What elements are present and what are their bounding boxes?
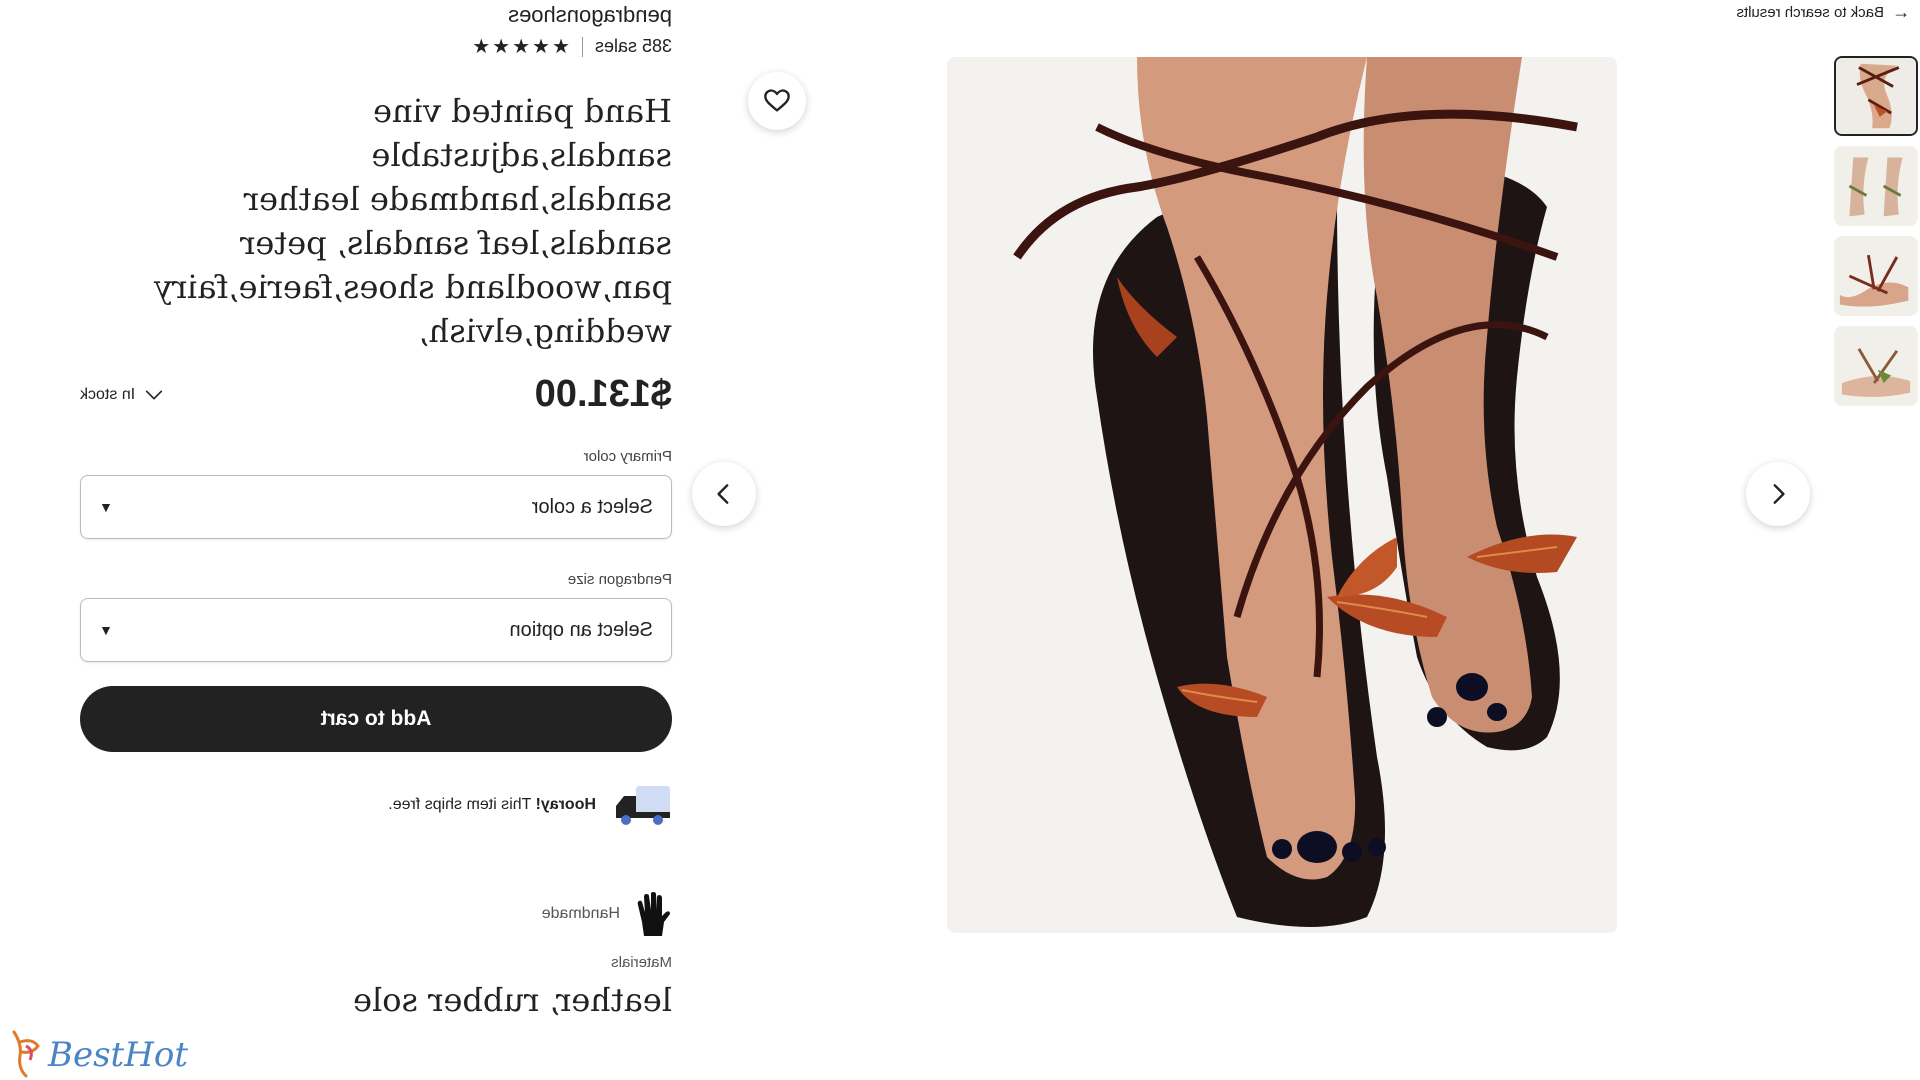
product-panel: pendragonshoes 385 sales ★★★★★ Hand pain… [80, 0, 672, 1019]
primary-color-value: Select a color [531, 495, 653, 518]
caret-down-icon: ▼ [99, 622, 113, 638]
shipping-bold: Hooray! [535, 796, 596, 813]
heart-icon [764, 89, 790, 112]
handmade-row: Handmade [80, 892, 672, 936]
chevron-right-icon [717, 484, 729, 504]
shop-rating-row: 385 sales ★★★★★ [80, 34, 672, 59]
shipping-text: This item ships free. [388, 796, 536, 813]
thumbnail-2-image [1836, 148, 1916, 224]
sandal-photo [947, 57, 1617, 933]
materials-value: leather, rubber sole [353, 981, 672, 1019]
thumbnail-4-image [1836, 328, 1916, 404]
price-row: $131.00 In stock [80, 373, 672, 416]
primary-color-label: Primary color [583, 448, 672, 465]
primary-color-select[interactable]: Select a color ▼ [80, 475, 672, 539]
chevron-down-icon [145, 390, 163, 399]
free-shipping-row: Hooray! This item ships free. [80, 780, 672, 830]
product-title: Hand painted vine sandals,adjustable san… [153, 92, 672, 350]
hand-icon [637, 892, 670, 936]
thumbnail-1[interactable] [1834, 56, 1918, 136]
chevron-left-icon [1773, 484, 1785, 504]
divider [581, 36, 583, 57]
size-label: Pendragon size [567, 571, 672, 588]
carousel-prev-button[interactable] [1746, 462, 1810, 526]
thumbnail-3-image [1836, 238, 1916, 314]
arrow-left-icon: ← [1892, 2, 1910, 22]
thumbnail-rail [1834, 56, 1918, 406]
shop-name-link[interactable]: pendragonshoes [80, 2, 672, 28]
back-link-label: Back to search results [1736, 4, 1884, 21]
back-to-search-link[interactable]: ← Back to search results [1736, 2, 1910, 23]
favorite-button[interactable] [748, 72, 806, 130]
product-price: $131.00 [534, 373, 672, 415]
thumbnail-4[interactable] [1834, 326, 1918, 406]
caret-down-icon: ▼ [99, 499, 113, 515]
stock-label: In stock [80, 385, 136, 403]
watermark: BestHot [4, 1024, 204, 1080]
star-rating[interactable]: ★★★★★ [470, 34, 570, 59]
thumbnail-3[interactable] [1834, 236, 1918, 316]
materials-label: Materials [611, 954, 672, 971]
size-select[interactable]: Select an option ▼ [80, 598, 672, 662]
add-to-cart-button[interactable]: Add to cart [80, 686, 672, 752]
size-value: Select an option [509, 618, 653, 641]
truck-icon [616, 786, 670, 825]
carousel-next-button[interactable] [692, 462, 756, 526]
shipping-message: Hooray! This item ships free. [388, 796, 596, 814]
stock-status[interactable]: In stock [80, 384, 165, 406]
watermark-logo: BestHot [12, 1030, 188, 1078]
sales-count: 385 sales [594, 36, 672, 56]
thumbnail-2[interactable] [1834, 146, 1918, 226]
handmade-label: Handmade [541, 905, 620, 922]
thumbnail-1-image [1836, 58, 1916, 134]
main-product-image[interactable] [947, 57, 1617, 933]
mirrored-stage: ← Back to search results pendragonshoes … [0, 0, 1920, 1080]
watermark-text: BestHot [47, 1035, 188, 1075]
